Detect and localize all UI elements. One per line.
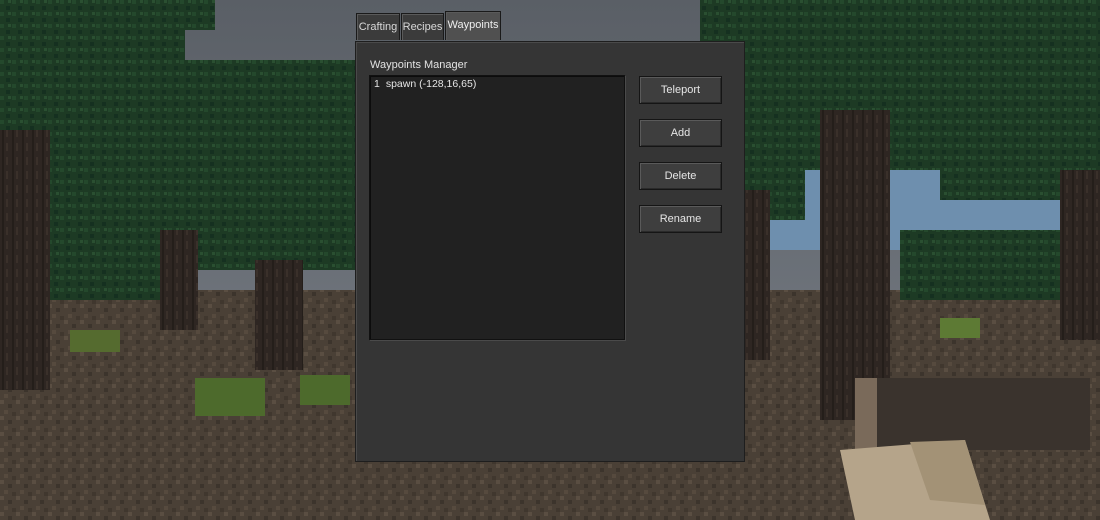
teleport-button[interactable]: Teleport [639,76,722,104]
waypoint-index: 1 [374,78,380,90]
rename-button[interactable]: Rename [639,205,722,233]
waypoints-list[interactable]: 1 spawn (-128,16,65) [369,75,625,340]
waypoints-panel: Waypoints Manager 1 spawn (-128,16,65) T… [355,41,745,462]
tab-recipes[interactable]: Recipes [401,13,444,40]
list-item[interactable]: 1 spawn (-128,16,65) [370,76,624,92]
panel-title: Waypoints Manager [370,59,468,71]
delete-button[interactable]: Delete [639,162,722,190]
waypoint-label: spawn (-128,16,65) [385,78,477,90]
tab-crafting[interactable]: Crafting [356,13,400,40]
tab-waypoints[interactable]: Waypoints [445,11,501,40]
add-button[interactable]: Add [639,119,722,147]
